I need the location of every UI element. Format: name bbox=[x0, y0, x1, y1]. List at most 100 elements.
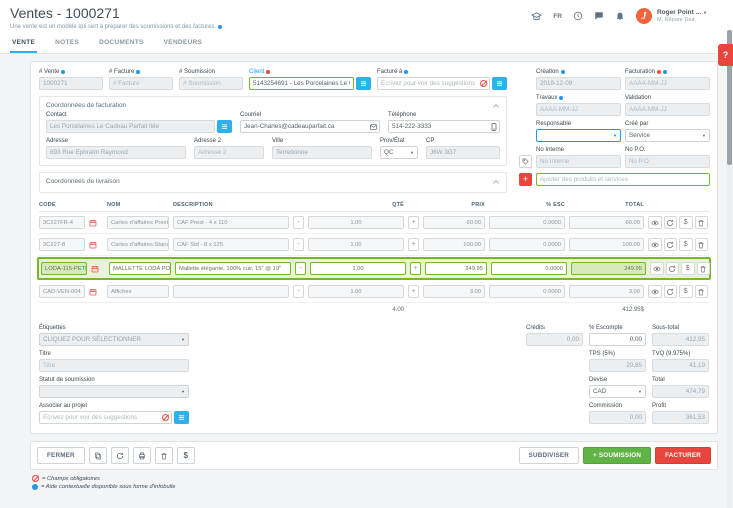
calendar-icon[interactable] bbox=[91, 265, 105, 273]
row-code[interactable]: LODA-115-PETROLGREEN bbox=[41, 262, 87, 275]
fermer-button[interactable]: FERMER bbox=[37, 447, 85, 464]
qty-minus-button[interactable]: - bbox=[293, 238, 304, 251]
view-button[interactable] bbox=[650, 262, 664, 275]
row-code[interactable]: CAD-VEN-004 bbox=[39, 285, 85, 298]
projet-list-button[interactable] bbox=[174, 411, 189, 424]
collapse-chevron-up-icon[interactable] bbox=[492, 103, 500, 109]
price-button[interactable]: $ bbox=[679, 285, 693, 298]
facture-a-label: Facturé à bbox=[377, 69, 402, 75]
qty-minus-button[interactable]: - bbox=[293, 285, 304, 298]
user-name: Roger Point ... bbox=[657, 9, 701, 16]
qty-plus-button[interactable]: + bbox=[408, 238, 419, 251]
price-button[interactable]: $ bbox=[679, 216, 693, 229]
academy-icon[interactable] bbox=[531, 12, 542, 21]
delete-row-button[interactable] bbox=[695, 238, 709, 251]
price-button[interactable]: $ bbox=[177, 447, 195, 464]
col-qte: QTÉ bbox=[308, 202, 404, 208]
refresh-button[interactable] bbox=[664, 238, 678, 251]
row-esc[interactable]: 0.0000 bbox=[489, 216, 565, 229]
qty-plus-button[interactable]: + bbox=[408, 216, 419, 229]
row-description[interactable]: Mallette élégante, 100% cuir, 15" @ 19" bbox=[175, 262, 291, 275]
row-description[interactable]: CAF Prest - 4 x 110 bbox=[173, 216, 289, 229]
calendar-icon[interactable] bbox=[89, 219, 103, 227]
calendar-icon[interactable] bbox=[89, 241, 103, 249]
etiquettes-select[interactable]: CLIQUEZ POUR SÉLECTIONNER▼ bbox=[39, 333, 189, 346]
notifications-bell-icon[interactable] bbox=[615, 11, 625, 21]
tab-vente[interactable]: VENTE bbox=[10, 32, 37, 53]
facturer-button[interactable]: FACTURER bbox=[655, 447, 711, 464]
add-product-button[interactable]: + bbox=[519, 173, 532, 186]
phone-icon[interactable] bbox=[491, 123, 497, 131]
subdiviser-button[interactable]: SUBDIVISER bbox=[519, 447, 580, 464]
delete-row-button[interactable] bbox=[697, 262, 711, 275]
print-button[interactable] bbox=[133, 447, 151, 464]
row-prix[interactable]: 100.00 bbox=[423, 238, 485, 251]
refresh-button[interactable] bbox=[664, 285, 678, 298]
row-qty[interactable]: 1.00 bbox=[308, 216, 404, 229]
copy-button[interactable] bbox=[89, 447, 107, 464]
row-description[interactable] bbox=[173, 285, 289, 298]
qty-minus-button[interactable]: - bbox=[295, 262, 306, 275]
row-esc[interactable]: 0.0000 bbox=[491, 262, 567, 275]
contact-list-button[interactable] bbox=[217, 120, 232, 133]
devise-select[interactable]: CAD▼ bbox=[589, 385, 646, 398]
price-button[interactable]: $ bbox=[679, 238, 693, 251]
row-nom[interactable]: Cartes d'affaires Prestige - 4 paq bbox=[107, 216, 169, 229]
client-field[interactable] bbox=[249, 77, 354, 90]
responsable-select[interactable]: ▼ bbox=[536, 129, 621, 142]
row-prix[interactable]: 3.00 bbox=[423, 285, 485, 298]
row-nom[interactable]: Affiches bbox=[107, 285, 169, 298]
envelope-icon[interactable] bbox=[370, 124, 377, 130]
tag-button[interactable] bbox=[519, 155, 532, 168]
row-nom[interactable]: MALLETTE LODA POUR ORDINAT bbox=[109, 262, 171, 275]
row-qty[interactable]: 1.00 bbox=[308, 238, 404, 251]
facture-a-list-button[interactable] bbox=[492, 77, 507, 90]
row-qty[interactable]: 1.00 bbox=[310, 262, 406, 275]
qty-plus-button[interactable]: + bbox=[408, 285, 419, 298]
refresh-button[interactable] bbox=[111, 447, 129, 464]
row-nom[interactable]: Cartes d'affaires Standard - 8 paq bbox=[107, 238, 169, 251]
cree-par-select[interactable]: Service▼ bbox=[625, 129, 710, 142]
chat-icon[interactable] bbox=[594, 11, 604, 21]
add-product-field[interactable] bbox=[536, 173, 710, 186]
tab-vendeurs[interactable]: VENDEURS bbox=[162, 32, 205, 53]
escompte-field[interactable] bbox=[589, 333, 646, 346]
qty-plus-button[interactable]: + bbox=[410, 262, 421, 275]
delete-row-button[interactable] bbox=[695, 216, 709, 229]
qty-minus-button[interactable]: - bbox=[293, 216, 304, 229]
facture-a-field[interactable] bbox=[377, 77, 490, 90]
telephone-field[interactable] bbox=[388, 120, 500, 133]
calendar-icon[interactable] bbox=[89, 288, 103, 296]
row-description[interactable]: CAF Std - 8 x 125 bbox=[173, 238, 289, 251]
required-icon bbox=[266, 70, 270, 74]
row-esc[interactable]: 0.0000 bbox=[489, 238, 565, 251]
view-button[interactable] bbox=[648, 238, 662, 251]
prov-select[interactable]: QC▼ bbox=[380, 146, 418, 159]
help-tab[interactable]: ? bbox=[718, 44, 733, 66]
soumission-button[interactable]: + SOUMISSION bbox=[583, 447, 651, 464]
history-clock-icon[interactable] bbox=[573, 11, 583, 21]
row-code[interactable]: 3C227FR-4 bbox=[39, 216, 85, 229]
view-button[interactable] bbox=[648, 285, 662, 298]
refresh-button[interactable] bbox=[664, 216, 678, 229]
language-selector[interactable]: FR bbox=[553, 13, 562, 20]
tab-documents[interactable]: DOCUMENTS bbox=[97, 32, 146, 53]
courriel-field[interactable] bbox=[240, 120, 380, 133]
collapse-chevron-up-icon[interactable] bbox=[492, 179, 500, 185]
row-code[interactable]: 3C227-8 bbox=[39, 238, 85, 251]
delete-row-button[interactable] bbox=[695, 285, 709, 298]
view-button[interactable] bbox=[648, 216, 662, 229]
row-prix[interactable]: 249.95 bbox=[425, 262, 487, 275]
tab-notes[interactable]: NOTES bbox=[53, 32, 81, 53]
refresh-button[interactable] bbox=[666, 262, 680, 275]
delete-button[interactable] bbox=[155, 447, 173, 464]
row-prix[interactable]: 60.00 bbox=[423, 216, 485, 229]
associer-projet-field[interactable] bbox=[39, 411, 172, 424]
client-list-button[interactable] bbox=[356, 77, 371, 90]
price-button[interactable]: $ bbox=[681, 262, 695, 275]
statut-soumission-select[interactable]: ▼ bbox=[39, 385, 189, 398]
row-qty[interactable]: 1.00 bbox=[308, 285, 404, 298]
row-esc[interactable]: 0.0000 bbox=[489, 285, 565, 298]
user-menu[interactable]: J Roger Point ...▼ M. Répare Tout bbox=[636, 8, 707, 24]
info-icon bbox=[404, 70, 408, 74]
